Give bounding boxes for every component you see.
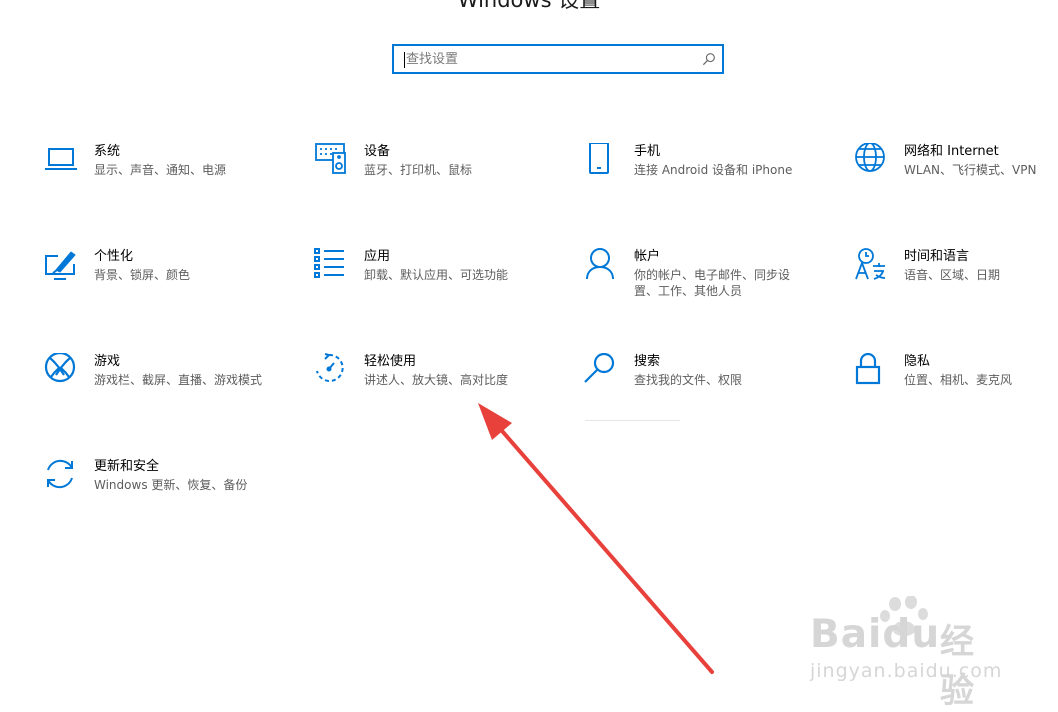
tile-description: 连接 Android 设备和 iPhone <box>634 163 793 177</box>
ease-of-access-icon <box>314 353 350 389</box>
apps-list-icon <box>314 248 350 284</box>
sync-icon <box>44 458 80 494</box>
clock-language-icon <box>854 248 890 284</box>
window-title: Windows 设置 <box>457 0 601 12</box>
tile-title: 游戏 <box>94 354 121 369</box>
tile-title: 搜索 <box>634 354 661 369</box>
search-magnifier-icon <box>584 353 620 389</box>
tile-title: 更新和安全 <box>94 459 160 474</box>
tile-apps[interactable]: 应用 卸载、默认应用、可选功能 <box>314 248 574 326</box>
tile-gaming[interactable]: 游戏 游戏栏、截屏、直播、游戏模式 <box>44 353 304 431</box>
lock-icon <box>854 353 890 389</box>
tile-description: 位置、相机、麦克风 <box>904 373 1013 387</box>
globe-icon <box>854 143 890 179</box>
tile-network[interactable]: 网络和 Internet WLAN、飞行模式、VPN <box>854 143 1058 221</box>
tile-privacy[interactable]: 隐私 位置、相机、麦克风 <box>854 353 1058 431</box>
tile-title: 应用 <box>364 249 391 264</box>
tile-title: 帐户 <box>634 249 661 264</box>
tile-system[interactable]: 系统 显示、声音、通知、电源 <box>44 143 304 221</box>
tile-description: 蓝牙、打印机、鼠标 <box>364 163 473 177</box>
tile-time-language[interactable]: 时间和语言 语音、区域、日期 <box>854 248 1058 326</box>
keyboard-speaker-icon <box>314 143 350 179</box>
paint-brush-monitor-icon <box>44 248 80 284</box>
tile-description: 语音、区域、日期 <box>904 268 1001 282</box>
tile-description: 卸载、默认应用、可选功能 <box>364 268 509 282</box>
tile-title: 隐私 <box>904 354 931 369</box>
tile-title: 设备 <box>364 144 391 159</box>
tile-update-security[interactable]: 更新和安全 Windows 更新、恢复、备份 <box>44 458 304 536</box>
tile-accounts[interactable]: 帐户 你的帐户、电子邮件、同步设置、工作、其他人员 <box>584 248 844 326</box>
tile-description: Windows 更新、恢复、备份 <box>94 478 248 492</box>
tile-title: 系统 <box>94 144 121 159</box>
tile-title: 个性化 <box>94 249 134 264</box>
tile-description: 背景、锁屏、颜色 <box>94 268 191 282</box>
tile-description: WLAN、飞行模式、VPN <box>904 163 1037 177</box>
xbox-icon <box>44 353 80 389</box>
search-icon[interactable] <box>701 52 716 67</box>
text-caret <box>404 52 405 68</box>
focus-underline <box>585 420 680 421</box>
tile-title: 轻松使用 <box>364 354 417 369</box>
tile-title: 手机 <box>634 144 661 159</box>
search-input[interactable] <box>406 47 686 71</box>
tile-phone[interactable]: 手机 连接 Android 设备和 iPhone <box>584 143 844 221</box>
search-box[interactable] <box>392 44 724 74</box>
tile-description: 游戏栏、截屏、直播、游戏模式 <box>94 373 263 387</box>
tile-personalization[interactable]: 个性化 背景、锁屏、颜色 <box>44 248 304 326</box>
laptop-icon <box>44 143 80 179</box>
person-icon <box>584 248 620 284</box>
tile-description: 显示、声音、通知、电源 <box>94 163 227 177</box>
tile-description: 查找我的文件、权限 <box>634 373 743 387</box>
watermark-domain: jingyan.baidu.com <box>810 660 1003 682</box>
tile-ease-of-access[interactable]: 轻松使用 讲述人、放大镜、高对比度 <box>314 353 574 431</box>
tile-title: 网络和 Internet <box>904 144 999 159</box>
tile-title: 时间和语言 <box>904 249 970 264</box>
tile-description: 讲述人、放大镜、高对比度 <box>364 373 509 387</box>
watermark-brand: Baidu <box>810 612 941 657</box>
tile-description: 你的帐户、电子邮件、同步设置、工作、其他人员 <box>634 268 791 298</box>
baidu-jingyan-watermark: Baidu 经验 jingyan.baidu.com <box>808 596 1003 711</box>
tile-devices[interactable]: 设备 蓝牙、打印机、鼠标 <box>314 143 574 221</box>
phone-icon <box>584 143 620 179</box>
